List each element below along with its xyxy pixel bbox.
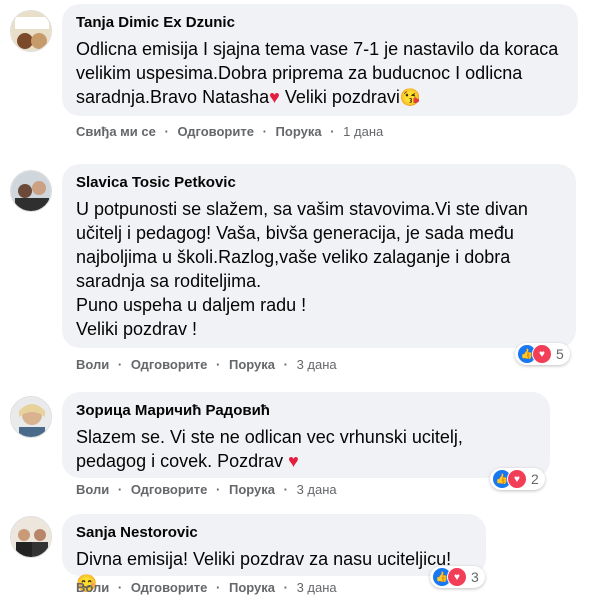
- reaction-summary[interactable]: 👍 ♥ 3: [430, 566, 485, 588]
- comment-bubble: Sanja Nestorovic Divna emisija! Veliki p…: [62, 514, 486, 593]
- comment-bubble: Зорица Маричић Радовић Slazem se. Vi ste…: [62, 392, 550, 478]
- comment-bubble: Slavica Tosic Petkovic U potpunosti se s…: [62, 164, 576, 348]
- comment-author[interactable]: Зорица Маричић Радовић: [76, 401, 536, 421]
- comment-bubble: Tanja Dimic Ex Dzunic Odlicna emisija I …: [62, 4, 578, 116]
- reaction-summary[interactable]: 👍 ♥ 2: [490, 468, 545, 490]
- comment-time[interactable]: 3 дана: [297, 580, 337, 595]
- reaction-count: 3: [471, 569, 479, 585]
- like-link[interactable]: Воли: [76, 580, 109, 595]
- comment-actions: Воли · Одговорите · Порука · 3 дана: [76, 357, 337, 372]
- avatar[interactable]: [10, 516, 52, 558]
- avatar[interactable]: [10, 10, 52, 52]
- like-link[interactable]: Свиђа ми се: [76, 124, 156, 139]
- reply-link[interactable]: Одговорите: [177, 124, 254, 139]
- comment-text: U potpunosti se slažem, sa vašim stavovi…: [76, 199, 528, 339]
- message-link[interactable]: Порука: [276, 124, 322, 139]
- like-link[interactable]: Воли: [76, 482, 109, 497]
- comment-actions: Воли · Одговорите · Порука · 3 дана: [76, 580, 337, 595]
- comment-time[interactable]: 1 дана: [343, 124, 383, 139]
- reaction-summary[interactable]: 👍 ♥ 5: [515, 343, 570, 365]
- comment-time[interactable]: 3 дана: [297, 482, 337, 497]
- avatar[interactable]: [10, 396, 52, 438]
- message-link[interactable]: Порука: [229, 580, 275, 595]
- love-icon: ♥: [532, 344, 552, 364]
- reaction-count: 5: [556, 346, 564, 362]
- reply-link[interactable]: Одговорите: [131, 357, 208, 372]
- comment-actions: Воли · Одговорите · Порука · 3 дана: [76, 482, 337, 497]
- heart-emoji: ♥: [288, 451, 299, 471]
- avatar[interactable]: [10, 170, 52, 212]
- kiss-emoji: 😘: [399, 88, 422, 107]
- comment-text: Slazem se. Vi ste ne odlican vec vrhunsk…: [76, 427, 468, 471]
- love-icon: ♥: [507, 469, 527, 489]
- love-icon: ♥: [447, 567, 467, 587]
- reaction-count: 2: [531, 471, 539, 487]
- comment-text: Odlicna emisija I sjajna tema vase 7-1 j…: [76, 39, 564, 107]
- reply-link[interactable]: Одговорите: [131, 482, 208, 497]
- comment-time[interactable]: 3 дана: [297, 357, 337, 372]
- like-link[interactable]: Воли: [76, 357, 109, 372]
- message-link[interactable]: Порука: [229, 482, 275, 497]
- comment-actions: Свиђа ми се · Одговорите · Порука · 1 да…: [76, 124, 384, 139]
- comment-author[interactable]: Sanja Nestorovic: [76, 523, 472, 543]
- reply-link[interactable]: Одговорите: [131, 580, 208, 595]
- comment-author[interactable]: Tanja Dimic Ex Dzunic: [76, 13, 564, 33]
- comment-author[interactable]: Slavica Tosic Petkovic: [76, 173, 562, 193]
- message-link[interactable]: Порука: [229, 357, 275, 372]
- heart-emoji: ♥: [269, 87, 280, 107]
